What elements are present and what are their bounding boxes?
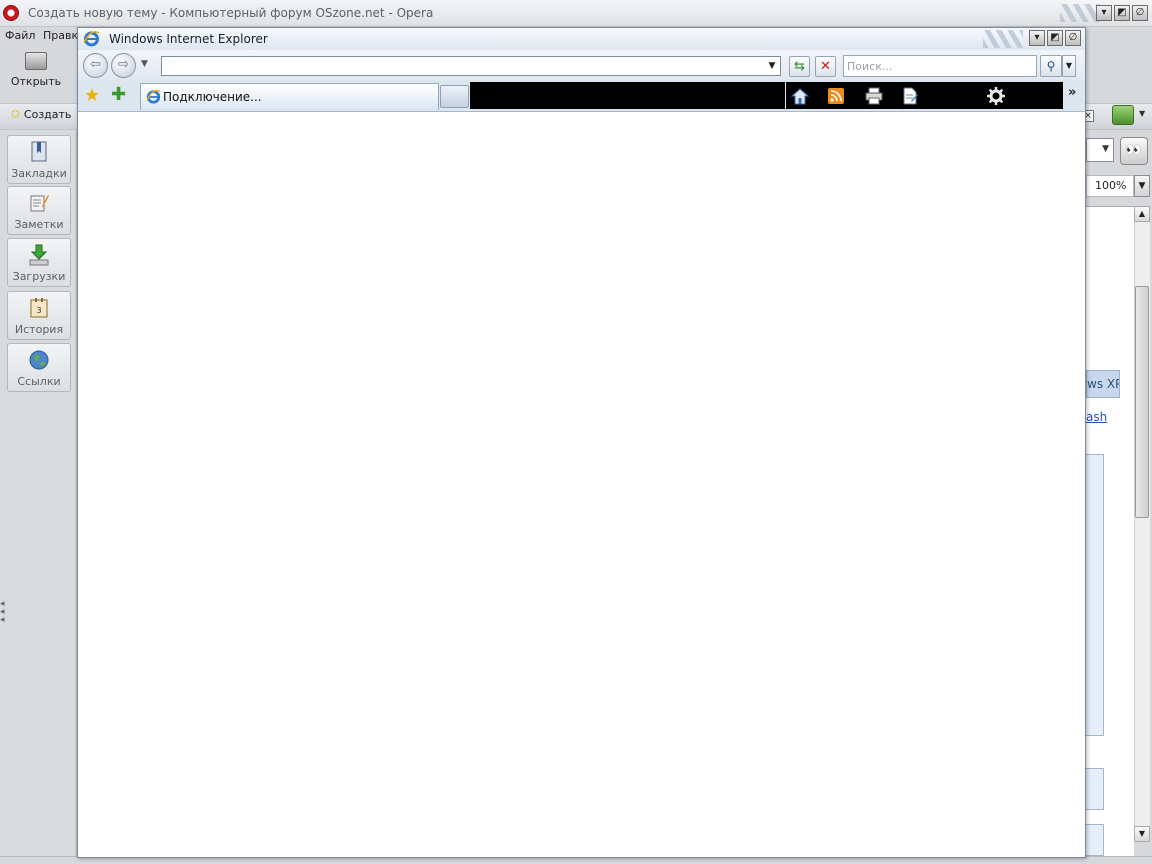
open-button[interactable]: Открыть (8, 52, 64, 88)
side-links-label: Ссылки (17, 375, 61, 388)
address-dropdown[interactable] (1086, 138, 1114, 162)
options-panel-2 (1086, 824, 1104, 856)
side-history-label: История (14, 323, 64, 336)
rss-feed-icon[interactable] (826, 86, 846, 106)
side-history[interactable]: 3 История (7, 291, 71, 340)
ie-titlebar: Windows Internet Explorer ▾ ◩ ∅ (78, 28, 1085, 50)
favorites-star-icon[interactable]: ★ (84, 85, 100, 106)
side-downloads-label: Загрузки (12, 270, 66, 283)
close-icon[interactable]: ∅ (1132, 5, 1148, 21)
ie-navigation-bar: ⇦ ⇨ ▼ ▼ ⇆ ✕ Поиск... ⚲ ▼ (78, 50, 1085, 80)
side-bookmarks[interactable]: Закладки (7, 135, 71, 184)
restore-icon[interactable]: ◩ (1047, 30, 1063, 46)
bookmark-icon (31, 141, 47, 162)
command-buttons (786, 82, 1063, 109)
titlebar-decoration (1060, 4, 1100, 22)
search-icon[interactable]: 👀 (1120, 137, 1148, 165)
opera-titlebar: Создать новую тему - Компьютерный форум … (0, 0, 1152, 27)
side-links[interactable]: Ссылки (7, 343, 71, 392)
stop-icon[interactable]: ✕ (815, 56, 836, 77)
svg-text:3: 3 (36, 306, 41, 315)
scroll-down-icon[interactable]: ▼ (1134, 826, 1150, 842)
minimize-icon[interactable]: ▾ (1096, 5, 1112, 21)
recent-pages-icon[interactable]: ▼ (141, 59, 148, 69)
search-icon[interactable]: ⚲ (1040, 55, 1062, 77)
ie-window-title: Windows Internet Explorer (109, 32, 268, 46)
minimize-icon[interactable]: ▾ (1029, 30, 1045, 46)
panel-resize-grip[interactable]: ◂ ◂ ◂ (0, 600, 6, 640)
printer-icon (25, 52, 47, 70)
ie-logo-icon (83, 31, 100, 47)
print-icon[interactable] (864, 86, 884, 106)
chevron-down-icon[interactable]: ▼ (1139, 109, 1145, 118)
search-input[interactable]: Поиск... (843, 55, 1037, 77)
ie-command-bar: ★ ✚ Подключение... » (78, 80, 1085, 112)
create-button-label: Создать (23, 108, 72, 121)
calendar-icon: 3 (30, 298, 48, 318)
titlebar-decoration (983, 30, 1023, 48)
opera-window-controls: ▾ ◩ ∅ (1096, 5, 1148, 21)
trash-icon[interactable] (1112, 105, 1134, 125)
globe-icon (29, 350, 49, 370)
ie-page-content (78, 113, 1085, 857)
side-notes-label: Заметки (14, 218, 64, 231)
opera-side-panel: Закладки Заметки Загрузки 3 История Ссыл… (0, 130, 77, 856)
address-dropdown-icon[interactable]: ▼ (764, 57, 780, 75)
home-icon[interactable] (790, 86, 810, 106)
tab-strip-area (470, 82, 785, 109)
tools-gear-icon[interactable] (986, 86, 1006, 106)
ie-page-icon (146, 89, 161, 104)
side-bookmarks-label: Закладки (11, 167, 67, 180)
close-icon[interactable]: ∅ (1065, 30, 1081, 46)
scrollbar-thumb[interactable] (1135, 286, 1149, 518)
side-notes[interactable]: Заметки (7, 186, 71, 235)
open-button-label: Открыть (10, 75, 62, 88)
options-panel (1086, 768, 1104, 810)
more-commands-icon[interactable]: » (1068, 85, 1076, 100)
ie-window: Windows Internet Explorer ▾ ◩ ∅ ⇦ ⇨ ▼ ▼ … (77, 27, 1086, 858)
tab-label: Подключение... (163, 90, 262, 104)
zoom-dropdown-icon[interactable]: ▼ (1134, 175, 1150, 197)
xp-banner: ws XP (1086, 370, 1120, 398)
opera-window-title: Создать новую тему - Компьютерный форум … (28, 6, 434, 20)
star-icon: ✩ (10, 107, 21, 122)
new-tab-button[interactable] (440, 85, 469, 108)
zoom-field[interactable]: 100% (1086, 175, 1134, 197)
tab-connecting[interactable]: Подключение... (140, 83, 439, 110)
back-icon[interactable]: ⇦ (83, 53, 108, 78)
refresh-icon[interactable]: ⇆ (789, 56, 810, 77)
flash-link[interactable]: ash (1086, 410, 1107, 424)
menu-file[interactable]: Файл (5, 29, 35, 42)
create-button[interactable]: ✩ Создать (10, 107, 71, 122)
scroll-up-icon[interactable]: ▲ (1134, 206, 1150, 222)
address-input[interactable]: ▼ (161, 56, 781, 76)
download-icon (29, 244, 49, 266)
side-downloads[interactable]: Загрузки (7, 238, 71, 287)
editor-panel (1086, 454, 1104, 736)
notes-icon (30, 195, 49, 212)
add-favorites-icon[interactable]: ✚ (111, 84, 126, 105)
page-icon[interactable] (900, 86, 920, 106)
forward-icon[interactable]: ⇨ (111, 53, 136, 78)
search-options-icon[interactable]: ▼ (1062, 55, 1076, 77)
ie-window-controls: ▾ ◩ ∅ (1029, 30, 1081, 46)
opera-logo-icon (3, 5, 19, 21)
restore-icon[interactable]: ◩ (1114, 5, 1130, 21)
